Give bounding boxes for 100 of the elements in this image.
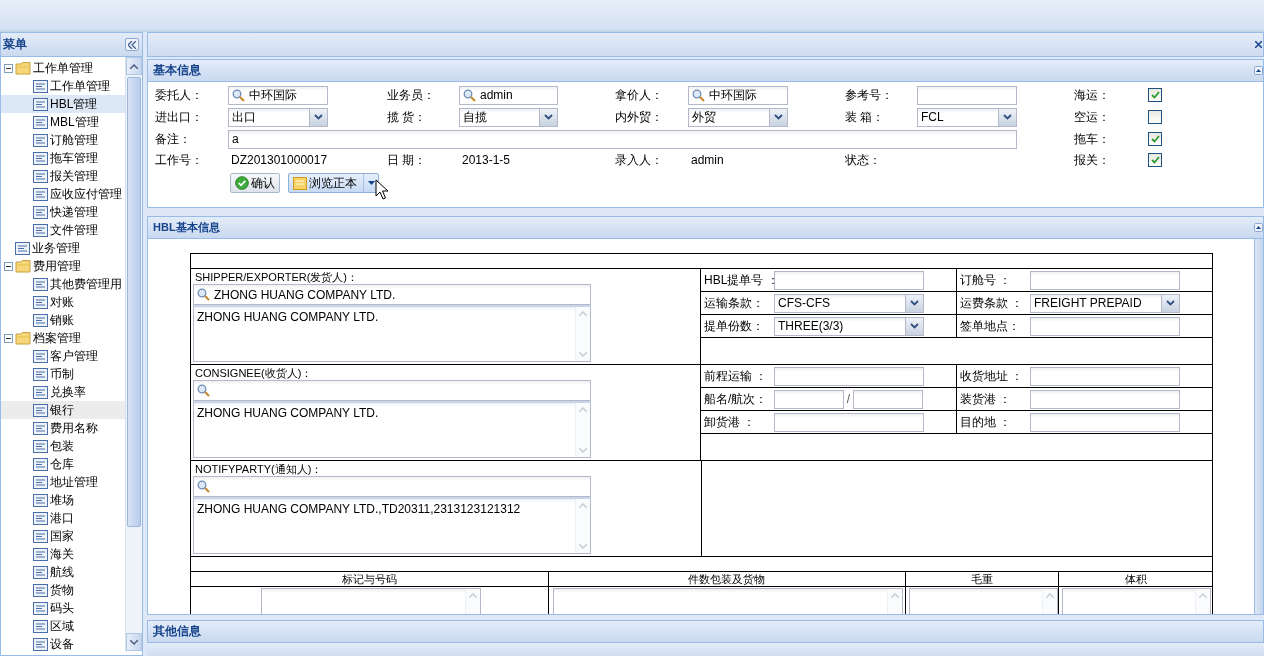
document-icon [33, 457, 48, 471]
tree-item[interactable]: 设备 [1, 635, 125, 653]
tree-item[interactable]: 堆场 [1, 491, 125, 509]
chevron-down-icon[interactable] [314, 114, 323, 120]
search-icon[interactable] [692, 88, 705, 102]
field-label: 参考号： [845, 86, 894, 104]
search-icon[interactable] [197, 384, 210, 397]
document-icon [33, 79, 48, 93]
tree-item[interactable]: 兑换率 [1, 383, 125, 401]
scrollbar[interactable] [1254, 239, 1263, 614]
collapse-icon[interactable] [1254, 223, 1263, 232]
caret-icon[interactable] [367, 181, 375, 185]
chevron-down-icon[interactable] [774, 114, 783, 120]
chevron-down-icon[interactable] [910, 323, 919, 329]
checkbox[interactable] [1148, 88, 1162, 102]
lookup-field[interactable]: ZHONG HUANG COMPANY LTD. [193, 284, 591, 305]
search-icon[interactable] [232, 88, 245, 102]
tree-item[interactable]: 区域 [1, 617, 125, 635]
input-field[interactable] [917, 85, 1017, 105]
lookup-field[interactable]: admin [459, 85, 558, 105]
scrollbar[interactable] [125, 57, 142, 651]
tree-item[interactable]: 快递管理 [1, 203, 125, 221]
collapse-button[interactable] [125, 38, 139, 51]
chevron-down-icon[interactable] [544, 114, 553, 120]
search-icon[interactable] [463, 88, 476, 102]
collapse-icon[interactable] [4, 63, 13, 73]
confirm-button[interactable]: 确认 [230, 173, 280, 193]
input-field[interactable] [774, 389, 844, 409]
tree-item[interactable]: 工作单管理 [1, 77, 125, 95]
tree-item[interactable]: MBL管理 [1, 113, 125, 131]
close-icon[interactable] [1255, 41, 1262, 48]
dropdown-field[interactable]: CFS-CFS [774, 293, 924, 313]
dropdown-field[interactable]: THREE(3/3) [774, 316, 924, 336]
lookup-field[interactable] [193, 476, 591, 497]
tree-item[interactable]: 订舱管理 [1, 131, 125, 149]
tree-item[interactable]: 海关 [1, 545, 125, 563]
lookup-field[interactable]: 中环国际 [228, 85, 328, 105]
document-icon [33, 313, 48, 327]
collapse-icon[interactable] [4, 261, 13, 271]
remark-field[interactable]: a [228, 129, 1017, 149]
tree-item[interactable]: 客户管理 [1, 347, 125, 365]
checkbox[interactable] [1148, 153, 1162, 167]
document-icon [33, 169, 48, 183]
tree-item[interactable]: 货物 [1, 581, 125, 599]
tree-item[interactable]: 航线 [1, 563, 125, 581]
dropdown-field[interactable]: FCL [917, 107, 1017, 127]
chevron-up-icon[interactable] [130, 63, 138, 69]
chevron-down-icon[interactable] [1166, 300, 1175, 306]
input-field[interactable] [1030, 389, 1180, 409]
dropdown-field[interactable]: FREIGHT PREPAID [1030, 293, 1180, 313]
tree-item[interactable]: 费用名称 [1, 419, 125, 437]
tree-item[interactable]: 销账 [1, 311, 125, 329]
tree-item[interactable]: 应收应付管理 [1, 185, 125, 203]
tree-item[interactable]: 拖车管理 [1, 149, 125, 167]
checkbox[interactable] [1148, 110, 1162, 124]
tree-item[interactable]: 其他费管理用 [1, 275, 125, 293]
checkbox[interactable] [1148, 132, 1162, 146]
tree-item[interactable]: 币制 [1, 365, 125, 383]
tree-item[interactable]: 银行 [1, 401, 125, 419]
tree-item[interactable]: HBL管理 [1, 95, 125, 113]
tree-item[interactable]: 包装 [1, 437, 125, 455]
tree-item[interactable]: 业务管理 [1, 239, 125, 257]
input-field[interactable] [774, 366, 924, 386]
input-field[interactable] [1030, 316, 1180, 336]
search-icon[interactable] [197, 480, 210, 493]
tree-item[interactable]: 码头 [1, 599, 125, 617]
field-label: 状态： [845, 151, 882, 169]
tree-item[interactable]: 档案管理 [1, 329, 125, 347]
tree-item[interactable]: 对账 [1, 293, 125, 311]
tree-item[interactable]: 仓库 [1, 455, 125, 473]
input-field[interactable] [774, 412, 924, 432]
tree-item[interactable]: 报关管理 [1, 167, 125, 185]
lookup-field[interactable] [193, 380, 591, 401]
collapse-icon[interactable] [1254, 66, 1263, 75]
tree-item[interactable]: 港口 [1, 509, 125, 527]
tree-item[interactable]: 地址管理 [1, 473, 125, 491]
split-button[interactable]: 浏览正本 [288, 173, 379, 193]
chevron-down-icon[interactable] [130, 639, 138, 645]
tree-item[interactable]: 国家 [1, 527, 125, 545]
chevron-down-icon[interactable] [1003, 114, 1012, 120]
input-field[interactable] [1030, 412, 1180, 432]
input-field[interactable] [774, 270, 924, 290]
collapse-icon[interactable] [4, 333, 13, 343]
chevron-down-icon[interactable] [910, 300, 919, 306]
search-icon[interactable] [197, 288, 210, 301]
input-field[interactable] [1030, 270, 1180, 290]
input-field[interactable] [853, 389, 923, 409]
checkbox-label: 海运： [1074, 86, 1111, 104]
dropdown-field[interactable]: 出口 [228, 107, 328, 127]
dropdown-field[interactable]: 外贸 [688, 107, 788, 127]
lookup-field[interactable]: 中环国际 [688, 85, 788, 105]
column-header: 件数包装及货物 [549, 572, 906, 586]
document-icon [33, 133, 48, 147]
input-field[interactable] [1030, 366, 1180, 386]
tree-item[interactable]: 工作单管理 [1, 59, 125, 77]
tree-item[interactable]: 费用管理 [1, 257, 125, 275]
document-icon [33, 601, 48, 615]
tree-item[interactable]: 文件管理 [1, 221, 125, 239]
dropdown-field[interactable]: 自揽 [459, 107, 558, 127]
document-icon [33, 223, 48, 237]
